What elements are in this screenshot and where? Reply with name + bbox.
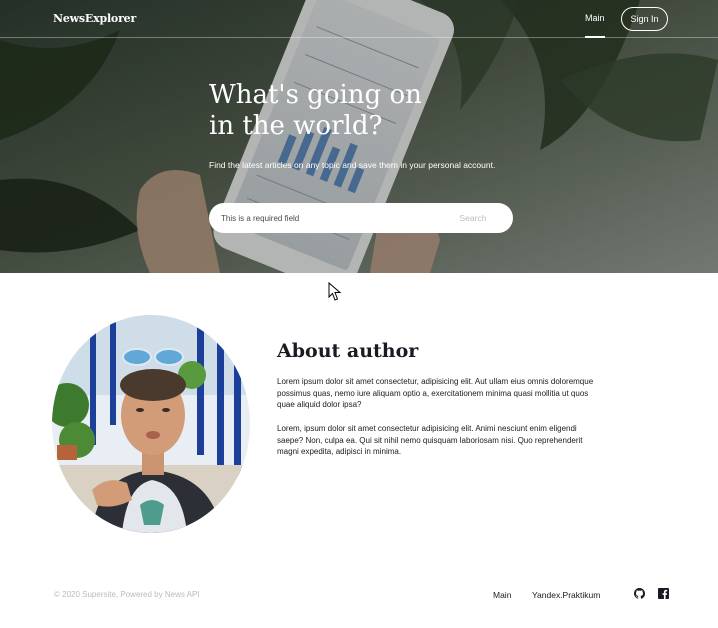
about-title: About author bbox=[277, 340, 419, 362]
about-paragraph-1: Lorem ipsum dolor sit amet consectetur, … bbox=[277, 377, 594, 410]
hero-subtitle: Find the latest articles on any topic an… bbox=[209, 160, 496, 170]
footer-copyright: © 2020 Supersite, Powered by News API bbox=[54, 590, 200, 599]
search-input[interactable] bbox=[209, 203, 434, 233]
search-form: Search bbox=[209, 203, 513, 233]
github-icon[interactable] bbox=[634, 588, 645, 599]
site-header: NewsExplorer Main Sign In bbox=[0, 0, 718, 38]
hero-title: What's going on in the world? bbox=[209, 80, 509, 142]
mouse-cursor-icon bbox=[328, 282, 342, 301]
nav-link-main[interactable]: Main bbox=[585, 13, 605, 38]
hero-section: NewsExplorer Main Sign In What's going o… bbox=[0, 0, 718, 273]
facebook-icon[interactable] bbox=[658, 588, 669, 599]
footer-link-main[interactable]: Main bbox=[493, 590, 511, 600]
sign-in-button[interactable]: Sign In bbox=[621, 7, 668, 31]
hero-title-line1: What's going on bbox=[209, 80, 422, 110]
site-logo[interactable]: NewsExplorer bbox=[53, 12, 136, 25]
about-paragraph-2: Lorem, ipsum dolor sit amet consectetur … bbox=[277, 424, 583, 457]
search-button[interactable]: Search bbox=[433, 203, 513, 233]
footer-link-yandex-praktikum[interactable]: Yandex.Praktikum bbox=[532, 590, 600, 600]
hero-title-line2: in the world? bbox=[209, 111, 383, 141]
author-avatar bbox=[52, 315, 250, 533]
